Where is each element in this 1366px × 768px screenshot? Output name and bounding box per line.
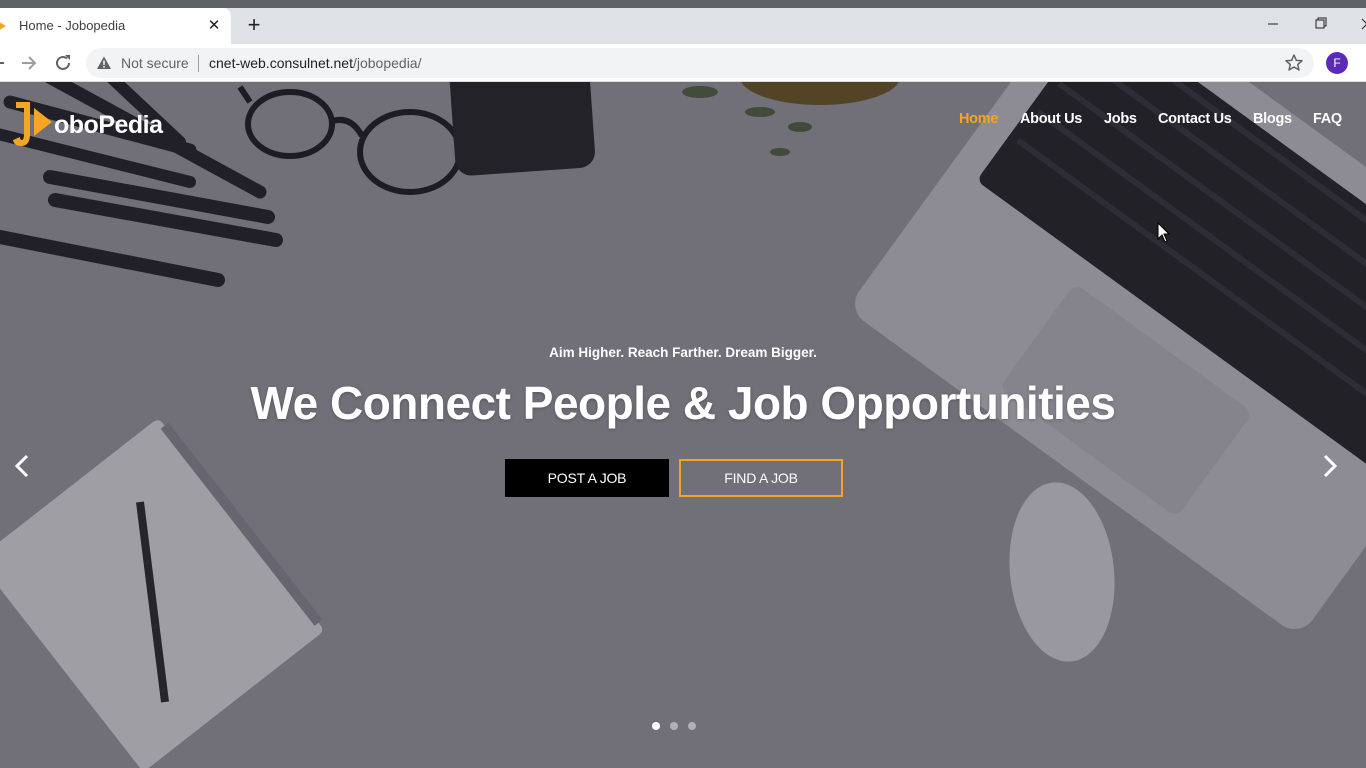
reload-icon[interactable] [52,52,74,74]
close-window-icon[interactable] [1352,12,1366,36]
back-arrow-icon[interactable] [0,53,6,73]
security-status[interactable]: Not secure [121,55,189,71]
nav-item-jobs[interactable]: Jobs [1104,111,1137,127]
mouse-cursor-icon [1157,222,1171,243]
chevron-left-icon[interactable] [10,451,34,481]
tab-close-icon[interactable]: ✕ [204,16,224,36]
profile-avatar[interactable]: F [1326,52,1348,74]
slide-dot-2[interactable] [670,722,678,730]
post-a-job-button[interactable]: POST A JOB [505,459,669,497]
slide-dot-3[interactable] [688,722,696,730]
minimize-window-icon[interactable] [1259,12,1287,36]
window-top-strip [0,0,1366,8]
browser-tab[interactable]: Home - Jobopedia ✕ [0,8,231,44]
slide-dot-1[interactable] [652,722,660,730]
nav-item-about-us[interactable]: About Us [1020,111,1082,127]
browser-toolbar: Not secure cnet-web.consulnet.net/jobope… [0,44,1366,82]
find-a-job-button[interactable]: FIND A JOB [679,459,843,497]
nav-item-contact-us[interactable]: Contact Us [1158,111,1232,127]
forward-arrow-icon[interactable] [18,53,40,73]
tab-bar: Home - Jobopedia ✕ + [0,8,1366,44]
url-text[interactable]: cnet-web.consulnet.net/jobopedia/ [209,55,422,71]
warning-icon[interactable] [96,55,112,71]
nav-item-home[interactable]: Home [959,111,998,127]
main-navigation: Home About Us Jobs Contact Us Blogs FAQ [0,111,1366,131]
site-favicon-icon [0,22,6,30]
omnibox-divider [198,55,199,72]
nav-item-blogs[interactable]: Blogs [1253,111,1292,127]
hero-headline: We Connect People & Job Opportunities [250,377,1116,429]
bookmark-star-icon[interactable] [1284,53,1304,73]
address-bar[interactable]: Not secure cnet-web.consulnet.net/jobope… [86,48,1314,78]
hero-slider: oboPedia Home About Us Jobs Contact Us B… [0,82,1366,768]
tab-title: Home - Jobopedia [19,18,126,33]
slide-indicators [651,722,701,732]
hero-tagline: Aim Higher. Reach Farther. Dream Bigger. [549,345,817,360]
nav-item-faq[interactable]: FAQ [1313,111,1342,127]
chevron-right-icon[interactable] [1318,451,1342,481]
url-path: /jobopedia/ [352,55,422,71]
url-host: cnet-web.consulnet.net [209,55,353,71]
restore-window-icon[interactable] [1307,12,1335,36]
new-tab-button[interactable]: + [243,14,265,37]
